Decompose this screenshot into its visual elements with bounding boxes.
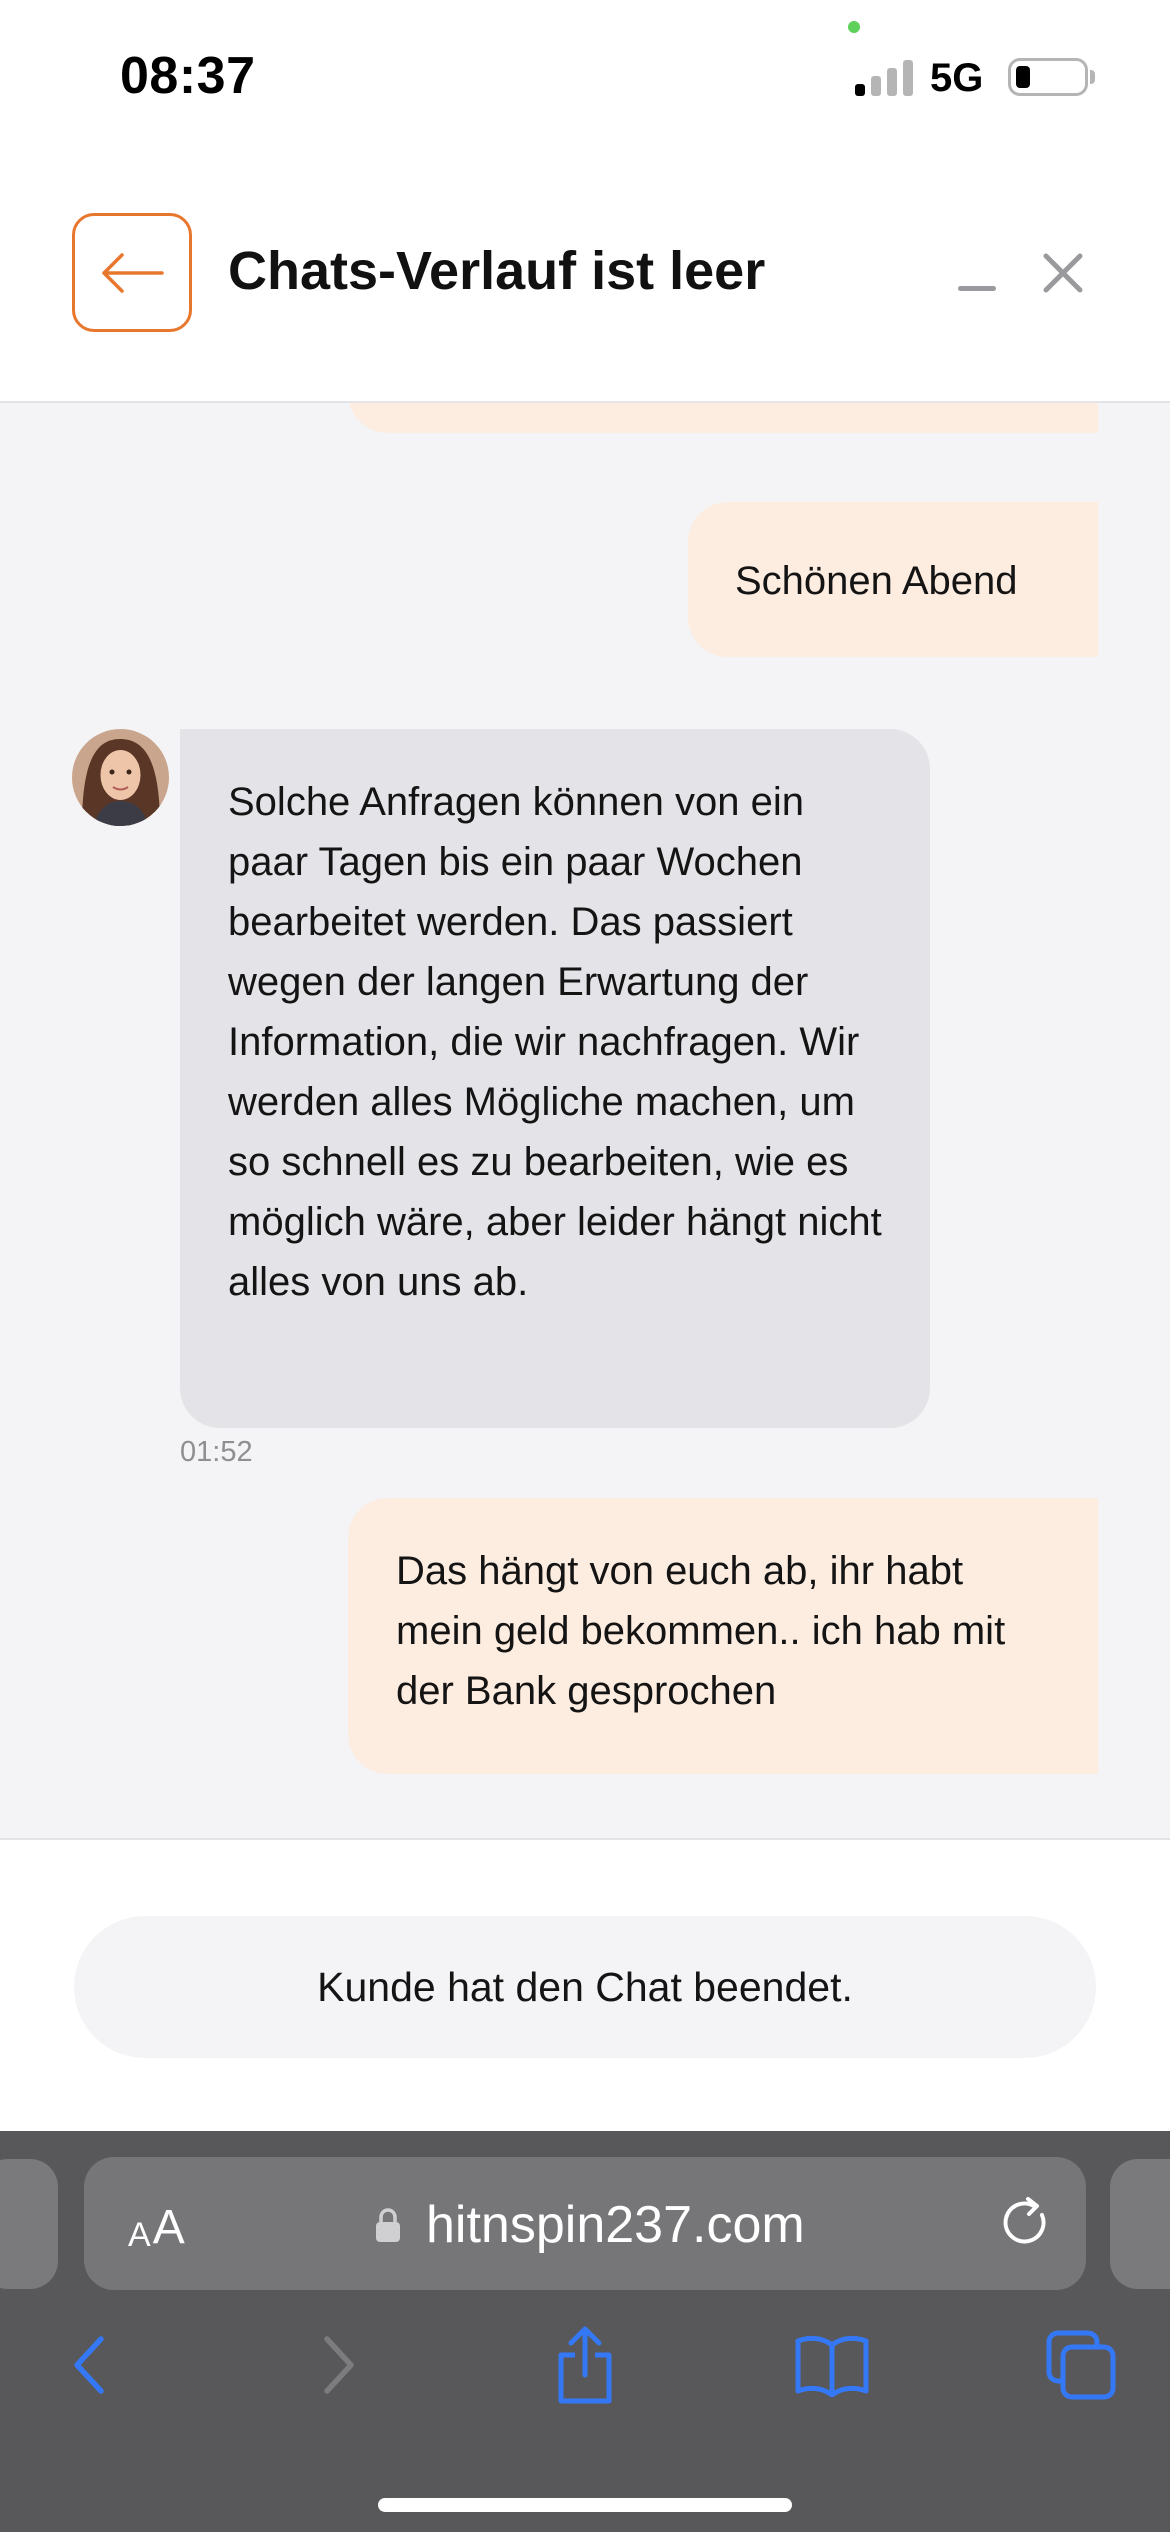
close-button[interactable] (1040, 250, 1086, 296)
aa-large-label: A (152, 2201, 185, 2254)
share-button[interactable] (540, 2320, 630, 2410)
forward-nav-button[interactable] (294, 2320, 384, 2410)
message-timestamp: 01:52 (180, 1436, 253, 1468)
chevron-right-icon (324, 2336, 354, 2394)
chat-header: Chats-Verlauf ist leer (0, 150, 1170, 403)
battery-icon (1008, 58, 1088, 96)
cellular-signal-icon (855, 58, 915, 96)
url-text: hitnspin237.com (426, 2196, 805, 2254)
status-time: 08:37 (120, 47, 256, 105)
agent-avatar (72, 729, 169, 826)
tabs-button[interactable] (1036, 2320, 1126, 2410)
browser-toolbar: A A hitnspin237.com (0, 2131, 1170, 2532)
agent-message-bubble: Solche Anfragen können von ein paar Tage… (180, 729, 930, 1428)
back-button[interactable] (72, 213, 192, 332)
chevron-left-icon (74, 2336, 104, 2394)
status-bar: 08:37 5G (0, 0, 1170, 150)
bookmarks-button[interactable] (787, 2320, 877, 2410)
minimize-button[interactable] (957, 268, 997, 308)
previous-tab-preview[interactable] (0, 2159, 58, 2289)
reader-text-size-button[interactable]: A A (128, 2195, 185, 2255)
chat-messages[interactable]: Schönen Abend Solche Anfragen können von… (0, 403, 1170, 1840)
address-bar[interactable]: A A hitnspin237.com (84, 2157, 1086, 2290)
tabs-icon (1046, 2330, 1116, 2400)
minus-icon (958, 285, 996, 291)
chat-ended-notice: Kunde hat den Chat beendet. (74, 1916, 1096, 2058)
close-icon (1043, 253, 1083, 293)
previous-user-bubble (348, 403, 1098, 433)
book-icon (795, 2335, 869, 2397)
next-tab-preview[interactable] (1110, 2159, 1170, 2289)
privacy-indicator-dot (848, 21, 860, 33)
back-nav-button[interactable] (44, 2320, 134, 2410)
network-type: 5G (930, 56, 984, 100)
share-icon (558, 2326, 612, 2404)
browser-nav-row (0, 2306, 1170, 2426)
lock-icon (376, 2208, 400, 2242)
message-text: Das hängt von euch ab, ihr habt mein gel… (396, 1549, 1006, 1713)
chat-input-area: Kunde hat den Chat beendet. (0, 1838, 1170, 2131)
message-text: Solche Anfragen können von ein paar Tage… (228, 780, 882, 1304)
message-text: Schönen Abend (735, 559, 1018, 603)
user-message-bubble: Schönen Abend (688, 502, 1098, 657)
arrow-left-icon (102, 252, 164, 293)
aa-small-label: A (128, 2216, 151, 2254)
reload-icon[interactable] (994, 2191, 1058, 2255)
user-message-bubble: Das hängt von euch ab, ihr habt mein gel… (348, 1498, 1098, 1774)
chat-title: Chats-Verlauf ist leer (228, 241, 766, 301)
battery-tip (1090, 70, 1095, 84)
home-indicator[interactable] (378, 2498, 792, 2512)
